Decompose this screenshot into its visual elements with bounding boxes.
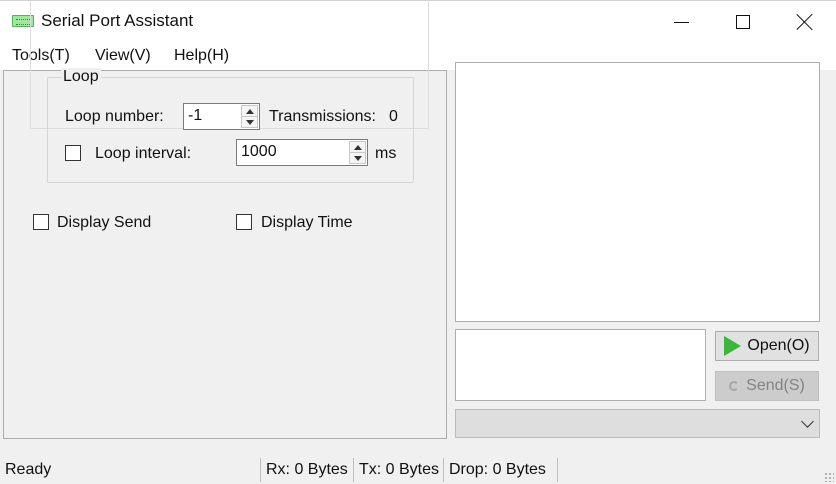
maximize-icon [736,15,750,29]
display-time-label: Display Time [261,214,353,231]
status-rx: Rx: 0 Bytes [266,461,348,478]
status-state: Ready [5,461,52,478]
transmissions-label: Transmissions: [269,108,376,125]
play-icon [724,336,742,356]
open-button-label: Open(O) [747,337,810,354]
send-textarea[interactable] [455,329,706,401]
loop-number-stepper[interactable] [241,105,258,128]
loop-number-value: -1 [188,107,203,124]
status-divider [353,458,354,482]
arrow-down-icon [245,120,254,125]
send-icon [729,381,740,391]
resize-grip-icon[interactable] [824,472,834,482]
spin-down-button[interactable] [350,153,365,164]
spin-down-button[interactable] [242,117,257,128]
transmissions-count: 0 [389,108,398,125]
interval-unit-label: ms [375,145,397,162]
spin-up-button[interactable] [350,142,365,153]
loop-interval-spinbox[interactable]: 1000 [236,139,368,166]
loop-interval-stepper[interactable] [349,141,366,164]
minimize-button[interactable] [650,1,712,43]
status-drop: Drop: 0 Bytes [449,461,546,478]
maximize-button[interactable] [712,1,774,43]
minimize-icon [673,21,689,23]
loop-number-label: Loop number: [65,108,164,125]
arrow-up-icon [245,108,254,114]
display-send-label: Display Send [57,214,152,231]
status-tx: Tx: 0 Bytes [359,461,440,478]
loop-interval-value: 1000 [241,143,277,160]
arrow-down-icon [353,156,362,161]
history-combobox[interactable] [455,409,820,438]
display-time-checkbox[interactable] [236,214,252,230]
send-button[interactable]: Send(S) [715,371,819,401]
loop-interval-label: Loop interval: [95,145,192,162]
status-divider [557,458,558,482]
loop-interval-checkbox[interactable] [65,145,81,161]
loop-number-spinbox[interactable]: -1 [183,103,260,130]
send-button-label: Send(S) [746,377,805,394]
status-bar: Ready Rx: 0 Bytes Tx: 0 Bytes Drop: 0 By… [0,455,836,484]
status-divider [260,458,261,482]
open-port-button[interactable]: Open(O) [715,331,819,361]
close-button[interactable] [774,1,836,43]
loop-group-title: Loop [61,68,101,86]
status-divider [443,458,444,482]
close-icon [796,13,814,31]
display-send-checkbox[interactable] [33,214,49,230]
spin-up-button[interactable] [242,106,257,117]
receive-textarea[interactable] [455,62,820,322]
chevron-down-icon[interactable] [801,415,814,428]
loop-group [47,77,414,183]
arrow-up-icon [353,144,362,150]
